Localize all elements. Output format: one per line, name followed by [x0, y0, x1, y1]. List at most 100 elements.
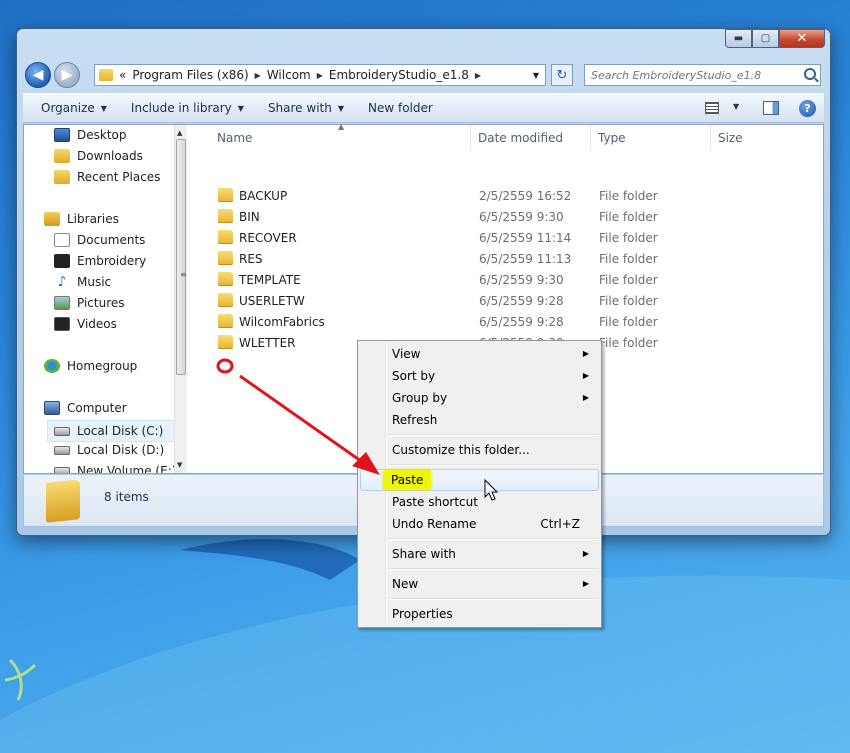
menu-item-sort-by[interactable]: Sort by ▶ — [360, 365, 599, 387]
help-icon[interactable]: ? — [799, 100, 816, 117]
file-name: WilcomFabrics — [239, 315, 325, 329]
file-name: RES — [239, 252, 263, 266]
file-name: TEMPLATE — [239, 273, 301, 287]
menu-item-paste-shortcut[interactable]: Paste shortcut — [360, 491, 599, 513]
forward-arrow-icon: ▶ — [61, 67, 73, 83]
table-row[interactable]: RES 6/5/2559 11:13 File folder — [194, 249, 824, 270]
scroll-down-icon[interactable]: ▼ — [177, 461, 182, 469]
maximize-button[interactable]: ▢ — [752, 29, 779, 48]
table-row[interactable]: USERLETW 6/5/2559 9:28 File folder — [194, 291, 824, 312]
column-header-size[interactable]: Size — [710, 125, 790, 151]
file-type: File folder — [599, 315, 658, 329]
breadcrumb-wilcom[interactable]: Wilcom — [267, 68, 311, 82]
table-row[interactable]: TEMPLATE 6/5/2559 9:30 File folder — [194, 270, 824, 291]
nav-scrollbar[interactable]: ▲ ≡ ▼ — [174, 125, 187, 473]
embroidery-icon — [54, 254, 70, 268]
search-icon[interactable] — [804, 68, 816, 80]
search-box[interactable] — [584, 64, 821, 86]
sidebar-item-label: Recent Places — [77, 170, 161, 184]
refresh-button[interactable]: ↻ — [551, 64, 573, 86]
column-header-date-modified[interactable]: Date modified — [470, 125, 591, 151]
scroll-up-icon[interactable]: ▲ — [177, 129, 182, 137]
preview-pane-icon[interactable] — [763, 101, 779, 115]
sidebar-item-videos[interactable]: Videos — [54, 317, 117, 331]
file-type: File folder — [599, 252, 658, 266]
sidebar-item-new-volume-e[interactable]: New Volume (E:) — [54, 464, 174, 473]
new-folder-button[interactable]: New folder — [356, 101, 445, 115]
forward-button[interactable]: ▶ — [54, 62, 80, 88]
breadcrumb-separator-icon[interactable]: ▶ — [255, 71, 261, 80]
table-row[interactable]: BACKUP 2/5/2559 16:52 File folder — [194, 186, 824, 207]
search-input[interactable] — [585, 65, 795, 85]
sidebar-item-computer[interactable]: Computer — [44, 401, 127, 415]
organize-button[interactable]: Organize ▼ — [29, 101, 119, 115]
disk-drive-icon — [54, 466, 70, 473]
menu-separator — [388, 538, 598, 540]
sidebar-item-desktop[interactable]: Desktop — [54, 128, 127, 142]
breadcrumb-overflow[interactable]: « — [119, 68, 126, 82]
file-type: File folder — [599, 336, 658, 350]
menu-item-undo-rename[interactable]: Undo Rename Ctrl+Z — [360, 513, 599, 535]
breadcrumb-separator-icon[interactable]: ▶ — [475, 71, 481, 80]
include-in-library-button[interactable]: Include in library ▼ — [119, 101, 256, 115]
disk-drive-icon — [54, 445, 70, 455]
folder-icon — [218, 209, 233, 223]
file-type: File folder — [599, 189, 658, 203]
paste-label: Paste — [383, 470, 432, 490]
column-header-type[interactable]: Type — [590, 125, 711, 151]
menu-item-refresh[interactable]: Refresh — [360, 409, 599, 431]
documents-icon — [54, 233, 70, 247]
close-button[interactable]: ✕ — [779, 29, 825, 48]
sidebar-item-local-disk-c[interactable]: Local Disk (C:) — [47, 420, 174, 442]
menu-item-customize-folder[interactable]: Customize this folder... — [360, 439, 599, 461]
scrollbar-thumb[interactable]: ≡ — [176, 139, 187, 375]
computer-icon — [44, 401, 60, 415]
organize-label: Organize — [41, 101, 95, 115]
share-with-button[interactable]: Share with ▼ — [256, 101, 356, 115]
address-history-dropdown[interactable]: ▼ — [527, 65, 545, 85]
table-row[interactable]: RECOVER 6/5/2559 11:14 File folder — [194, 228, 824, 249]
recent-places-icon — [54, 170, 70, 184]
file-date: 6/5/2559 9:28 — [479, 294, 564, 308]
breadcrumb-embroiderystudio[interactable]: EmbroideryStudio_e1.8 — [329, 68, 469, 82]
menu-item-share-with[interactable]: Share with ▶ — [360, 543, 599, 565]
table-row[interactable]: BIN 6/5/2559 9:30 File folder — [194, 207, 824, 228]
sidebar-item-label: Computer — [67, 401, 127, 415]
folder-icon — [218, 335, 233, 349]
minimize-button[interactable]: ▬ — [725, 29, 752, 48]
back-button[interactable]: ◀ — [25, 62, 51, 88]
file-type: File folder — [599, 210, 658, 224]
breadcrumb-separator-icon[interactable]: ▶ — [317, 71, 323, 80]
file-date: 2/5/2559 16:52 — [479, 189, 572, 203]
sidebar-item-recent-places[interactable]: Recent Places — [54, 170, 160, 184]
chevron-down-icon[interactable]: ▼ — [733, 102, 739, 111]
sidebar-item-music[interactable]: ♪ Music — [54, 275, 112, 289]
table-row[interactable]: WilcomFabrics 6/5/2559 9:28 File folder — [194, 312, 824, 333]
desktop-icon — [54, 128, 70, 142]
menu-item-view[interactable]: View ▶ — [360, 343, 599, 365]
breadcrumb-program-files[interactable]: Program Files (x86) — [132, 68, 248, 82]
folder-icon — [99, 69, 113, 81]
sidebar-item-homegroup[interactable]: Homegroup — [44, 359, 137, 373]
file-type: File folder — [599, 273, 658, 287]
file-name: WLETTER — [239, 336, 296, 350]
address-bar[interactable]: « Program Files (x86) ▶ Wilcom ▶ Embroid… — [94, 64, 546, 86]
menu-item-label: Sort by — [392, 369, 436, 383]
sidebar-item-embroidery[interactable]: Embroidery — [54, 254, 146, 268]
sidebar-item-downloads[interactable]: Downloads — [54, 149, 143, 163]
sidebar-item-documents[interactable]: Documents — [54, 233, 145, 247]
menu-item-paste[interactable]: Paste — [360, 469, 599, 491]
menu-item-new[interactable]: New ▶ — [360, 573, 599, 595]
submenu-arrow-icon: ▶ — [582, 579, 589, 588]
navigation-pane: Desktop Downloads Recent Places Librarie… — [24, 125, 174, 473]
sidebar-item-libraries[interactable]: Libraries — [44, 212, 119, 226]
sidebar-item-local-disk-d[interactable]: Local Disk (D:) — [54, 443, 164, 457]
column-header-name[interactable]: Name — [209, 125, 471, 151]
change-view-icon[interactable] — [705, 102, 719, 114]
menu-item-label: Group by — [392, 391, 448, 405]
menu-item-group-by[interactable]: Group by ▶ — [360, 387, 599, 409]
menu-item-properties[interactable]: Properties — [360, 603, 599, 625]
back-arrow-icon: ◀ — [32, 67, 44, 83]
sidebar-item-label: Embroidery — [77, 254, 147, 268]
sidebar-item-pictures[interactable]: Pictures — [54, 296, 125, 310]
